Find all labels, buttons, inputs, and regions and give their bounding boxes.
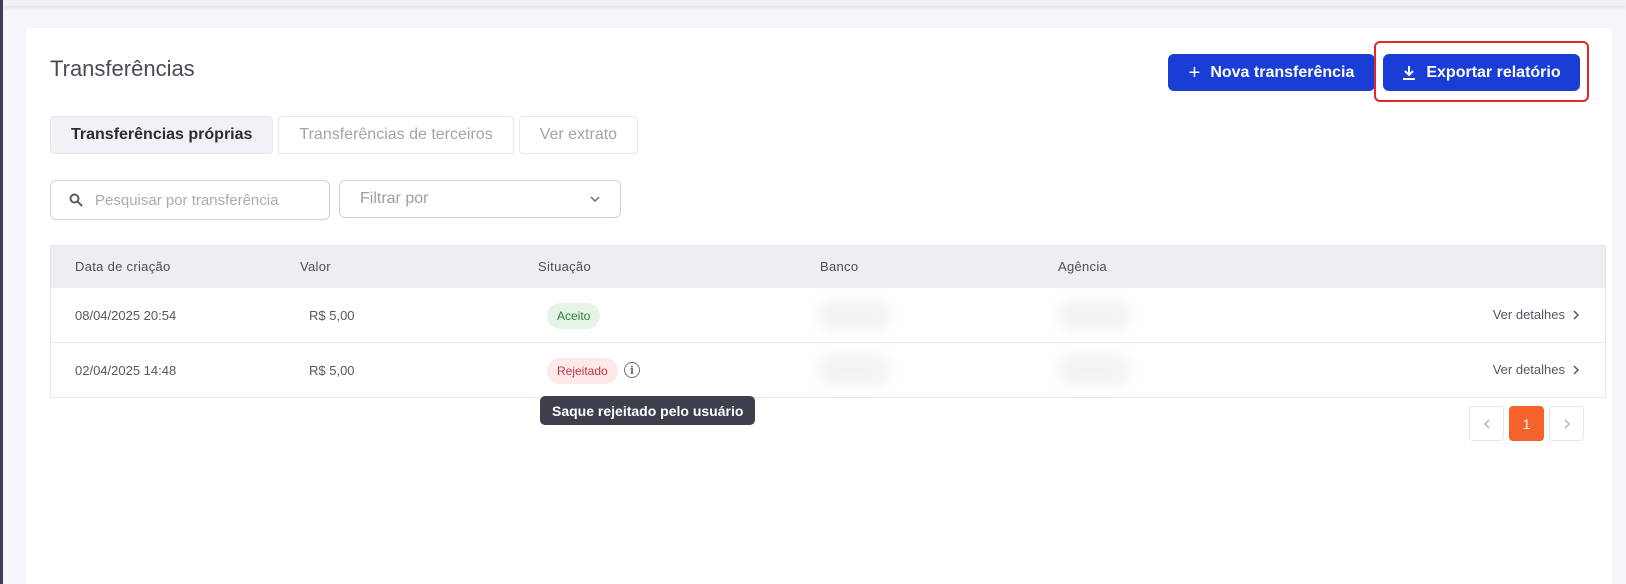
info-icon[interactable]: i xyxy=(624,362,640,378)
tab-own-transfers[interactable]: Transferências próprias xyxy=(50,116,274,154)
status-badge: Aceito xyxy=(547,303,601,329)
col-status: Situação xyxy=(538,259,591,274)
search-icon xyxy=(69,193,83,207)
next-page-button[interactable] xyxy=(1549,406,1584,441)
details-label: Ver detalhes xyxy=(1492,307,1565,322)
export-report-label: Exportar relatório xyxy=(1426,63,1561,81)
search-placeholder: Pesquisar por transferência xyxy=(95,191,279,209)
details-link[interactable]: Ver detalhes xyxy=(1493,307,1579,322)
bank-redacted xyxy=(819,300,889,330)
details-label: Ver detalhes xyxy=(1492,362,1565,377)
transfers-table: Data de criação Valor Situação Banco Agê… xyxy=(50,245,1606,398)
export-report-button[interactable]: Exportar relatório xyxy=(1383,54,1580,91)
col-agency: Agência xyxy=(1058,259,1108,274)
status-badge: Rejeitado xyxy=(547,358,618,384)
row-date: 02/04/2025 14:48 xyxy=(75,363,177,378)
details-link[interactable]: Ver detalhes xyxy=(1493,362,1579,377)
filter-select[interactable]: Filtrar por xyxy=(339,180,621,218)
table-header: Data de criação Valor Situação Banco Agê… xyxy=(51,246,1605,288)
row-value: R$ 5,00 xyxy=(309,363,355,378)
page-title: Transferências xyxy=(50,56,195,81)
left-edge xyxy=(0,0,3,584)
table-row: 08/04/2025 20:54 R$ 5,00 Aceito Ver deta… xyxy=(51,288,1605,343)
tab-statement[interactable]: Ver extrato xyxy=(518,116,639,154)
table-row: 02/04/2025 14:48 R$ 5,00 Rejeitado i Ver… xyxy=(51,343,1605,397)
chevron-down-icon xyxy=(590,196,600,202)
transfers-card: Transferências + Nova transferência Expo… xyxy=(26,28,1612,584)
bank-redacted xyxy=(819,355,889,385)
agency-redacted xyxy=(1059,355,1129,385)
chevron-left-icon xyxy=(1483,418,1490,429)
row-date: 08/04/2025 20:54 xyxy=(75,308,177,323)
new-transfer-button[interactable]: + Nova transferência xyxy=(1168,54,1375,91)
row-value: R$ 5,00 xyxy=(309,308,355,323)
tab-bar: Transferências próprias Transferências d… xyxy=(50,116,639,154)
chevron-right-icon xyxy=(1573,309,1579,320)
download-icon xyxy=(1403,65,1416,80)
col-value: Valor xyxy=(300,259,331,274)
top-bar xyxy=(3,0,1626,6)
col-bank: Banco xyxy=(820,259,859,274)
page-button-current[interactable]: 1 xyxy=(1509,406,1544,441)
agency-redacted xyxy=(1059,300,1129,330)
pagination: 1 xyxy=(1469,406,1584,441)
col-created-date: Data de criação xyxy=(75,259,171,274)
filter-label: Filtrar por xyxy=(360,190,429,207)
prev-page-button[interactable] xyxy=(1469,406,1504,441)
chevron-right-icon xyxy=(1563,418,1570,429)
search-input[interactable]: Pesquisar por transferência xyxy=(50,180,330,220)
status-tooltip: Saque rejeitado pelo usuário xyxy=(540,396,756,425)
chevron-right-icon xyxy=(1573,364,1579,375)
plus-icon: + xyxy=(1188,61,1201,84)
tab-third-party-transfers[interactable]: Transferências de terceiros xyxy=(278,116,514,154)
new-transfer-label: Nova transferência xyxy=(1210,63,1355,81)
